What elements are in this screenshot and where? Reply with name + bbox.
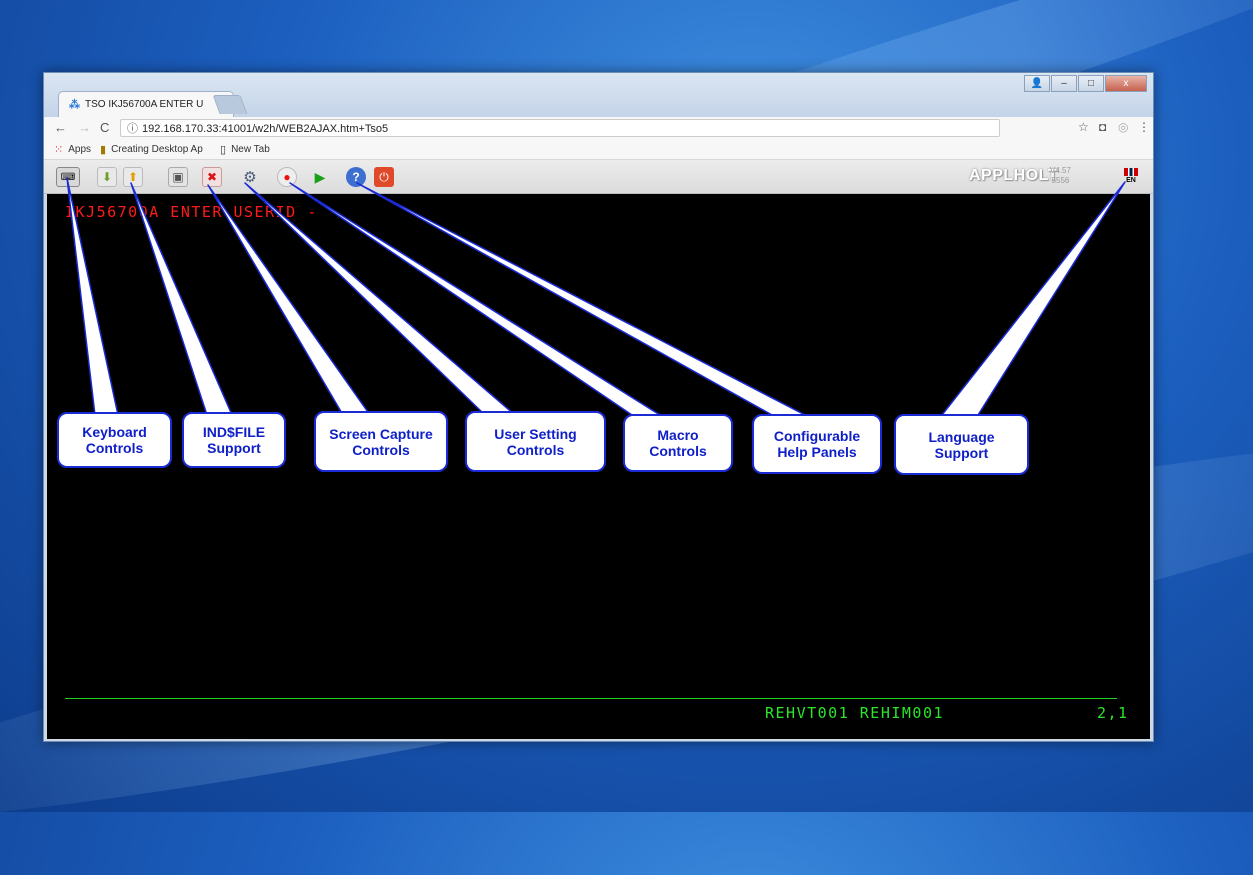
info-icon[interactable]: ⓘ [127,123,138,135]
window-controls: 👤 – □ x [1024,75,1147,92]
help-icon[interactable]: ? [346,167,366,187]
terminal-prompt: IKJ56700A ENTER USERID - [65,203,318,221]
url-input[interactable]: ⓘ 192.168.170.33:41001/w2h/WEB2AJAX.htm+T… [120,119,1000,137]
callout-help: Configurable Help Panels [752,414,882,474]
record-icon[interactable]: ● [277,167,297,187]
download-icon[interactable]: ⬇ [97,167,117,187]
status-session: REHVT001 REHIM001 [765,704,945,722]
keyboard-icon[interactable]: ⌨ [56,167,80,187]
power-icon[interactable]: ⏻ [374,167,394,187]
callout-language: Language Support [894,414,1029,475]
callout-indfile: IND$FILE Support [182,412,286,468]
minimize-button[interactable]: – [1051,75,1077,92]
page-icon: ▯ [220,144,227,156]
bookmark-apps[interactable]: ⁙ Apps [54,143,91,156]
extension-icon[interactable]: ◎ [1118,120,1128,134]
reload-icon[interactable]: C [100,120,109,135]
bookmark-star-icon[interactable]: ☆ [1078,120,1089,134]
screen-capture-icon[interactable]: ▣ [168,167,188,187]
forward-icon[interactable]: → [78,120,91,135]
gear-icon[interactable]: ⚙ [240,167,260,187]
tab-title: TSO IKJ56700A ENTER U [85,99,204,110]
callout-keyboard: Keyboard Controls [57,412,172,468]
browser-window: ⁂ TSO IKJ56700A ENTER U × 👤 – □ x ← → C … [43,72,1154,742]
bookmark-item[interactable]: ▮ Creating Desktop Ap [100,143,203,156]
bookmarks-bar: ⁙ Apps ▮ Creating Desktop Ap ▯ New Tab [44,139,1153,160]
close-button[interactable]: x [1105,75,1147,92]
tab-favicon-icon: ⁂ [69,99,80,111]
url-text: 192.168.170.33:41001/w2h/WEB2AJAX.htm+Ts… [142,123,389,135]
address-bar-row: ← → C ⓘ 192.168.170.33:41001/w2h/WEB2AJAX… [44,117,1153,139]
capture-delete-icon[interactable]: ✖ [202,167,222,187]
emulator-toolbar: ⌨ ⬇ ⬆ ▣ ✖ ⚙ ● ▶ ? ⏻ APPLHOLT V4.57 5556 … [44,160,1153,194]
bookmark-item[interactable]: ▯ New Tab [220,143,270,156]
callout-capture: Screen Capture Controls [314,411,448,472]
user-icon[interactable]: 👤 [1024,75,1050,92]
status-divider [65,698,1117,699]
callout-macro: Macro Controls [623,414,733,472]
new-tab-button[interactable] [212,95,248,114]
language-flag-icon[interactable]: EN [1124,168,1138,186]
title-bar: ⁂ TSO IKJ56700A ENTER U × 👤 – □ x [44,73,1153,117]
cursor-position: 2,1 [1097,704,1129,722]
menu-icon[interactable]: ⋮ [1138,120,1150,134]
extension-icon[interactable]: ◘ [1099,120,1106,134]
callout-settings: User Setting Controls [465,411,606,472]
uk-flag-icon [1124,168,1138,176]
upload-icon[interactable]: ⬆ [123,167,143,187]
brand-logo: APPLHOLT [969,167,1059,184]
maximize-button[interactable]: □ [1078,75,1104,92]
back-icon[interactable]: ← [54,120,67,135]
apps-grid-icon: ⁙ [54,144,64,156]
browser-tab[interactable]: ⁂ TSO IKJ56700A ENTER U × [58,91,234,117]
play-icon[interactable]: ▶ [310,167,330,187]
version-info: V4.57 5556 [1050,166,1071,185]
bookmark-favicon-icon: ▮ [100,144,107,156]
